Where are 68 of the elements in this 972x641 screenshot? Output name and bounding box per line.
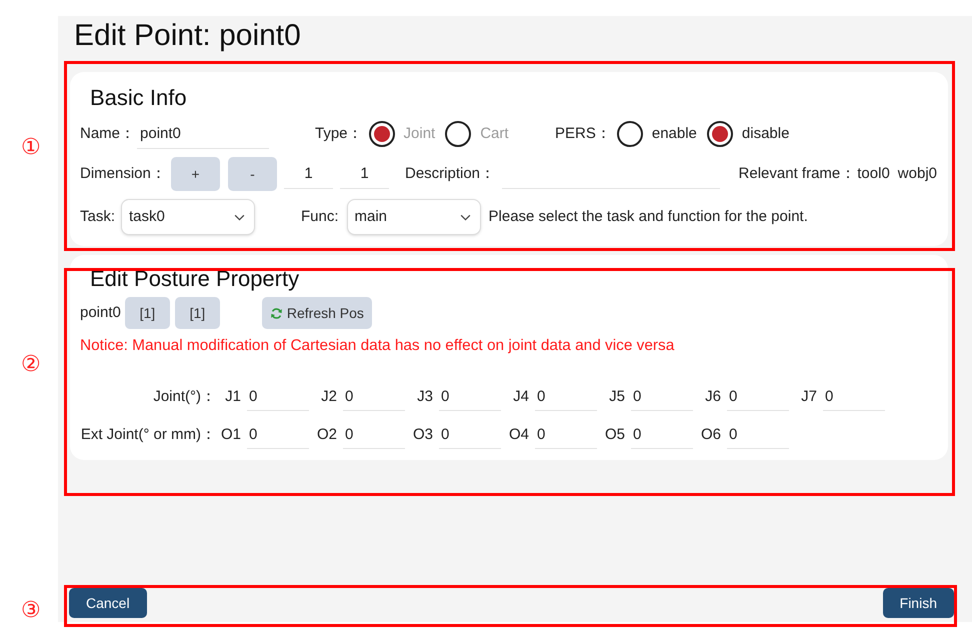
row-label: Ext Joint(° or mm)：: [80, 424, 216, 445]
joint-field[interactable]: 0: [343, 383, 405, 411]
index-button[interactable]: [1]: [124, 297, 170, 329]
joint-label: O2: [316, 424, 337, 445]
task-select[interactable]: task0: [121, 199, 256, 235]
joint-field[interactable]: 0: [727, 383, 789, 411]
joint-field[interactable]: 0: [535, 421, 597, 449]
joint-label: J4: [512, 386, 529, 407]
chevron-down-icon: [460, 214, 471, 220]
field-label: Description：: [405, 164, 496, 184]
joint-label: J2: [320, 386, 337, 407]
joint-field[interactable]: 0: [535, 383, 597, 411]
joint-field[interactable]: 0: [823, 383, 885, 411]
joint-label: J3: [416, 386, 433, 407]
refresh-icon: [270, 306, 283, 320]
callout-number: ③: [21, 597, 41, 625]
joint-label: J1: [224, 386, 241, 407]
joint-field[interactable]: 0: [247, 421, 309, 449]
joint-label: J5: [608, 386, 625, 407]
field-label: Relevant frame：: [738, 164, 856, 184]
joint-label: O4: [508, 424, 529, 445]
frame-value: tool0: [857, 164, 890, 184]
joint-label: J6: [704, 386, 721, 407]
dimension-field[interactable]: 1: [284, 159, 333, 189]
remove-button[interactable]: -: [228, 157, 277, 191]
frame-value: wobj0: [898, 164, 937, 184]
field-label: Func:: [301, 206, 339, 227]
index-button[interactable]: [1]: [174, 297, 220, 329]
dimension-field[interactable]: 1: [340, 159, 389, 189]
option-label: Cart: [480, 124, 509, 144]
field-label: Name：: [80, 124, 136, 144]
chevron-down-icon: [234, 214, 246, 220]
field-label: Dimension：: [80, 164, 166, 184]
joint-field[interactable]: 0: [631, 421, 693, 449]
joint-field[interactable]: 0: [439, 383, 501, 411]
notice-text: Notice: Manual modification of Cartesian data has no effect on joint data and vice versa: [80, 336, 676, 356]
callout-number: ①: [21, 134, 41, 162]
joint-field[interactable]: 0: [727, 421, 789, 449]
section-heading: Basic Info: [89, 84, 188, 112]
hint-text: Please select the task and function for the point.: [488, 206, 808, 227]
finish-button[interactable]: Finish: [882, 588, 954, 618]
joint-label: O1: [220, 424, 241, 445]
page-title: Edit Point: point0: [73, 18, 302, 54]
add-button[interactable]: +: [171, 157, 220, 191]
option-label: enable: [652, 124, 697, 144]
field-label: Task:: [80, 206, 116, 227]
point-name: point0: [80, 302, 121, 323]
option-label: disable: [742, 124, 790, 144]
row-label: Joint(°)：: [152, 386, 216, 407]
callout-number: ②: [21, 351, 41, 379]
joint-field[interactable]: 0: [439, 421, 501, 449]
cancel-button[interactable]: Cancel: [69, 588, 147, 618]
radio-button[interactable]: [616, 121, 643, 147]
name-field[interactable]: point0: [137, 119, 270, 149]
joint-field[interactable]: 0: [343, 421, 405, 449]
joint-field[interactable]: 0: [631, 383, 693, 411]
joint-label: J7: [800, 386, 817, 407]
section-heading: Edit Posture Property: [89, 265, 300, 293]
field-label: Type：: [315, 124, 363, 144]
function-select[interactable]: main: [346, 199, 481, 235]
joint-field[interactable]: 0: [247, 383, 309, 411]
option-label: Joint: [404, 124, 436, 144]
joint-label: O5: [604, 424, 625, 445]
field-label: PERS：: [555, 124, 611, 144]
refresh-button[interactable]: Refresh Pos: [262, 297, 372, 329]
joint-label: O3: [412, 424, 433, 445]
joint-label: O6: [700, 424, 721, 445]
radio-button[interactable]: [706, 121, 733, 147]
